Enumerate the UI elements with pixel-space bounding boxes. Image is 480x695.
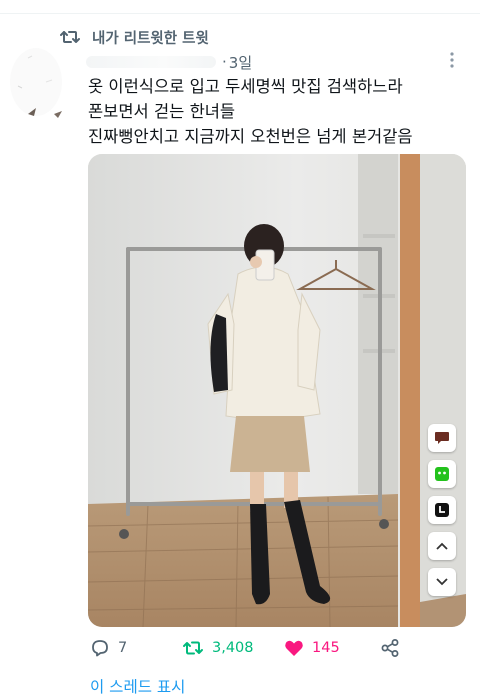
share-icon xyxy=(380,638,400,658)
top-divider xyxy=(0,0,480,14)
retweet-header[interactable]: 내가 리트윗한 트윗 xyxy=(60,26,209,48)
like-button[interactable]: 145 xyxy=(284,636,340,660)
author-name-blurred[interactable] xyxy=(86,56,216,68)
tweet-actions: 7 3,408 145 xyxy=(88,636,418,660)
tweet-text-line: 진짜뻥안치고 지금까지 오천번은 넘게 본거같음 xyxy=(88,127,413,146)
retweet-button[interactable]: 3,408 xyxy=(182,636,254,660)
tweet-meta: · 3일 xyxy=(86,52,464,72)
reply-icon xyxy=(90,638,110,658)
tweet-timestamp[interactable]: 3일 xyxy=(229,52,252,73)
share-button[interactable] xyxy=(380,636,400,660)
chevron-up-icon[interactable] xyxy=(428,532,456,560)
show-thread-link[interactable]: 이 스레드 표시 xyxy=(90,675,185,695)
timer-icon[interactable] xyxy=(428,496,456,524)
reply-count: 7 xyxy=(118,640,128,656)
tweet-media-photo[interactable] xyxy=(88,154,466,627)
tweet-text-line: 옷 이런식으로 입고 두세명씩 맛집 검색하느라 xyxy=(88,77,403,96)
meta-separator: · xyxy=(222,53,227,71)
tweet-text-line: 폰보면서 걷는 한녀들 xyxy=(88,102,236,121)
heart-icon xyxy=(284,639,304,657)
chevron-down-icon[interactable] xyxy=(428,568,456,596)
photo-outfit-mirror-selfie xyxy=(88,154,466,627)
tweet-text: 옷 이런식으로 입고 두세명씩 맛집 검색하느라 폰보면서 걷는 한녀들 진짜뻥… xyxy=(88,74,472,149)
comment-icon[interactable] xyxy=(428,424,456,452)
chat-icon[interactable] xyxy=(428,460,456,488)
avatar[interactable] xyxy=(6,42,72,134)
retweet-header-label: 내가 리트윗한 트윗 xyxy=(92,30,209,47)
reply-button[interactable]: 7 xyxy=(90,636,127,660)
more-options-button[interactable] xyxy=(440,52,464,72)
retweet-count: 3,408 xyxy=(212,640,254,656)
overlay-buttons xyxy=(428,424,456,596)
more-icon xyxy=(450,52,454,72)
like-count: 145 xyxy=(312,640,340,656)
retweet-icon xyxy=(182,639,204,657)
